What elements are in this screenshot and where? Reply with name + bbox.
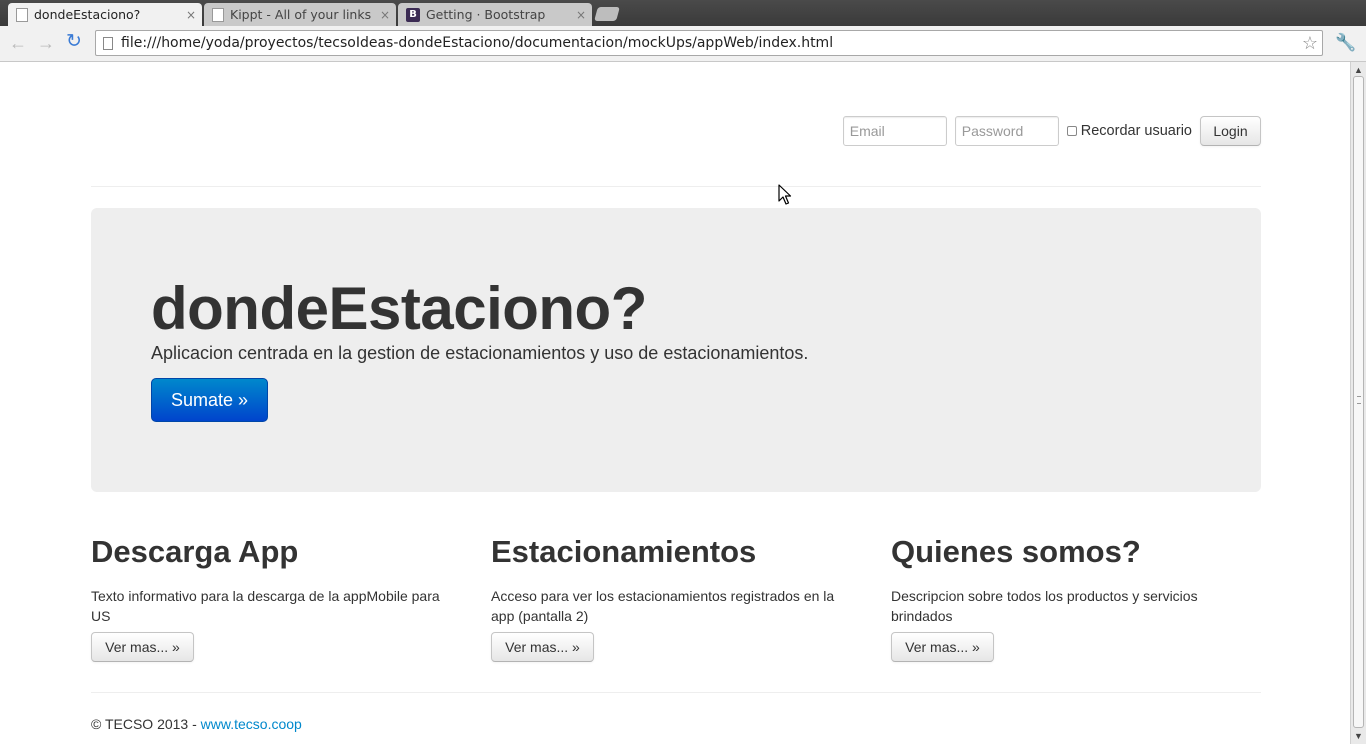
new-tab-button[interactable] bbox=[594, 7, 620, 21]
grip-icon bbox=[1357, 396, 1361, 404]
column-text: Descripcion sobre todos los productos y … bbox=[891, 588, 1198, 624]
scroll-down-icon[interactable]: ▼ bbox=[1354, 731, 1363, 741]
wrench-icon[interactable]: 🔧 bbox=[1335, 33, 1356, 53]
forward-arrow-icon[interactable]: → bbox=[37, 34, 55, 52]
mouse-pointer-icon bbox=[778, 184, 792, 205]
column-descarga-app: Descarga App Texto informativo para la d… bbox=[91, 530, 461, 662]
column-text: Acceso para ver los estacionamientos reg… bbox=[491, 588, 835, 624]
login-form: Recordar usuario Login bbox=[842, 116, 1261, 146]
email-input[interactable] bbox=[842, 116, 947, 146]
column-title: Quienes somos? bbox=[891, 534, 1141, 569]
column-title: Estacionamientos bbox=[491, 534, 757, 569]
login-button[interactable]: Login bbox=[1200, 116, 1261, 146]
tab-title: dondeEstaciono? bbox=[34, 7, 141, 22]
hero-unit: dondeEstaciono? Aplicacion centrada en l… bbox=[91, 208, 1261, 492]
reload-icon[interactable]: ↻ bbox=[66, 32, 82, 51]
tecso-link[interactable]: www.tecso.coop bbox=[201, 716, 302, 732]
scrollbar-thumb[interactable] bbox=[1353, 76, 1364, 728]
bookmark-star-icon[interactable]: ☆ bbox=[1302, 33, 1318, 54]
tab-title: Getting · Bootstrap bbox=[426, 7, 546, 22]
tab-kippt[interactable]: Kippt - All of your links in o × bbox=[204, 3, 396, 26]
tab-title: Kippt - All of your links in o bbox=[230, 7, 374, 22]
url-text[interactable]: file:///home/yoda/proyectos/tecsoIdeas-d… bbox=[121, 35, 1302, 51]
column-estacionamientos: Estacionamientos Acceso para ver los est… bbox=[491, 530, 861, 662]
sumate-button[interactable]: Sumate » bbox=[151, 378, 268, 422]
back-arrow-icon[interactable]: ← bbox=[9, 34, 27, 52]
page-icon bbox=[16, 7, 28, 22]
close-icon[interactable]: × bbox=[576, 8, 586, 22]
scroll-up-icon[interactable]: ▲ bbox=[1354, 65, 1363, 75]
divider bbox=[91, 186, 1261, 187]
column-quienes-somos: Quienes somos? Descripcion sobre todos l… bbox=[891, 530, 1261, 662]
column-title: Descarga App bbox=[91, 534, 299, 569]
browser-toolbar: ← → ↻ file:///home/yoda/proyectos/tecsoI… bbox=[0, 26, 1366, 62]
address-bar[interactable]: file:///home/yoda/proyectos/tecsoIdeas-d… bbox=[95, 30, 1323, 56]
remember-checkbox[interactable] bbox=[1066, 126, 1077, 136]
tab-dondeestaciono[interactable]: dondeEstaciono? × bbox=[8, 3, 202, 26]
remember-user[interactable]: Recordar usuario bbox=[1066, 123, 1192, 139]
bootstrap-icon: B bbox=[406, 7, 420, 22]
ver-mas-button[interactable]: Ver mas... » bbox=[891, 632, 994, 662]
copyright-text: © TECSO 2013 - bbox=[91, 716, 201, 732]
footer: © TECSO 2013 - www.tecso.coop bbox=[91, 716, 302, 732]
page-icon bbox=[103, 36, 113, 50]
column-text: Texto informativo para la descarga de la… bbox=[91, 588, 440, 624]
close-icon[interactable]: × bbox=[380, 8, 390, 22]
page-icon bbox=[212, 7, 224, 22]
hero-subtitle: Aplicacion centrada en la gestion de est… bbox=[151, 343, 809, 363]
password-input[interactable] bbox=[954, 116, 1059, 146]
remember-label: Recordar usuario bbox=[1080, 123, 1192, 139]
divider bbox=[91, 692, 1261, 693]
hero-title: dondeEstaciono? bbox=[151, 275, 647, 342]
vertical-scrollbar[interactable]: ▲ ▼ bbox=[1350, 62, 1366, 744]
ver-mas-button[interactable]: Ver mas... » bbox=[91, 632, 194, 662]
ver-mas-button[interactable]: Ver mas... » bbox=[491, 632, 594, 662]
tab-bootstrap[interactable]: B Getting · Bootstrap × bbox=[398, 3, 592, 26]
close-icon[interactable]: × bbox=[186, 8, 196, 22]
tab-strip: dondeEstaciono? × Kippt - All of your li… bbox=[0, 0, 1366, 26]
